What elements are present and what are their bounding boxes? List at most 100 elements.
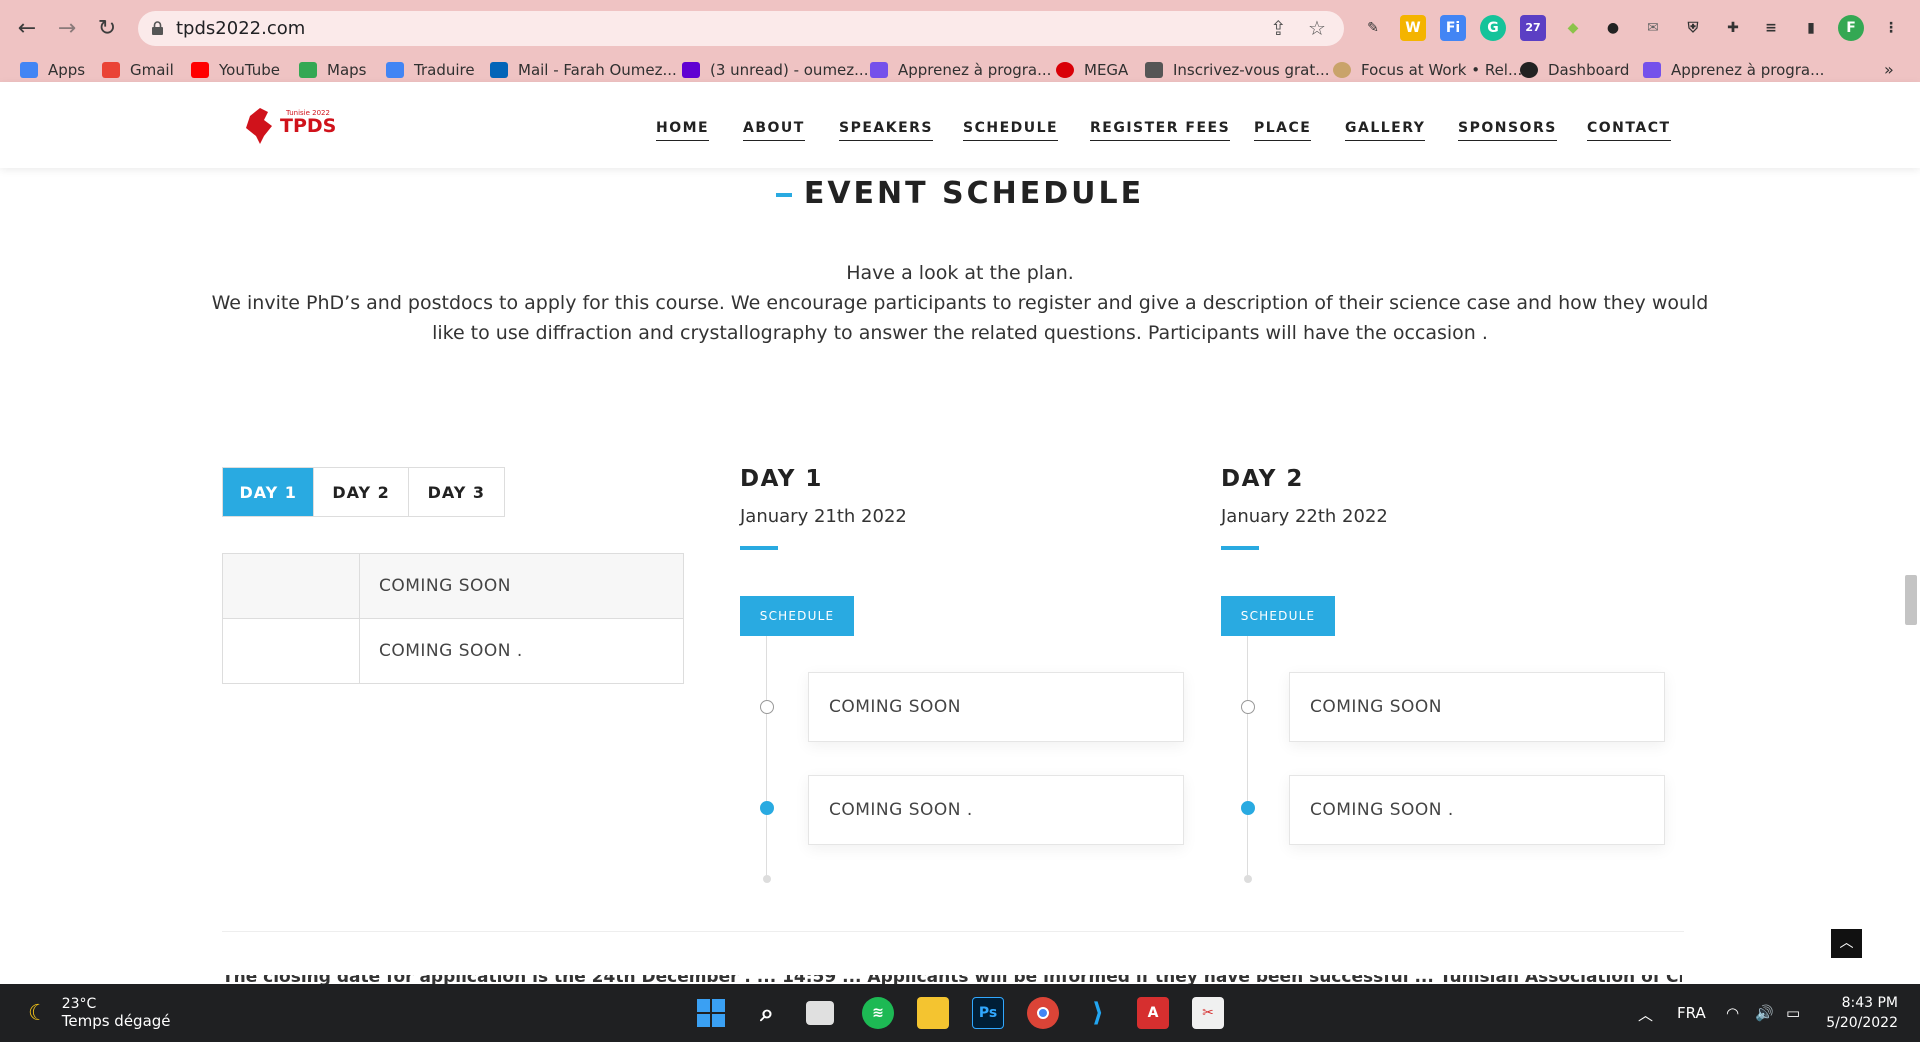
day-title: DAY 1 <box>740 466 823 492</box>
volume-icon[interactable]: 🔊 <box>1755 1004 1774 1022</box>
extension-badge: 27 <box>1525 21 1541 34</box>
nav-about[interactable]: ABOUT <box>743 120 805 141</box>
bookmarks-overflow-icon[interactable]: » <box>1884 57 1894 82</box>
shield-extension-icon[interactable]: ⛨ <box>1680 15 1706 41</box>
site-header: Tunisie 2022 TPDS HOME ABOUT SPEAKERS SC… <box>0 82 1920 168</box>
system-clock[interactable]: 8:43 PM 5/20/2022 <box>1818 993 1898 1033</box>
maps-icon <box>299 61 317 78</box>
schedule-card: COMING SOON . <box>1289 775 1665 845</box>
nav-schedule[interactable]: SCHEDULE <box>963 120 1059 141</box>
wifi-icon[interactable]: ◠ <box>1726 1004 1739 1022</box>
schedule-button[interactable]: SCHEDULE <box>1221 596 1335 636</box>
schedule-card: COMING SOON <box>808 672 1184 742</box>
photoshop-icon[interactable]: Ps <box>972 997 1004 1029</box>
windows-start-icon[interactable] <box>695 997 727 1029</box>
profile-avatar[interactable]: F <box>1838 15 1864 41</box>
intro-line-2: We invite PhD’s and postdocs to apply fo… <box>211 292 1709 344</box>
url-text: tpds2022.com <box>176 18 306 39</box>
kebab-menu-icon[interactable]: ⋮ <box>1878 15 1904 41</box>
cisco-icon <box>1145 61 1163 78</box>
tray-overflow-icon[interactable]: ︿ <box>1638 1004 1653 1025</box>
panda-extension-icon[interactable]: ● <box>1600 15 1626 41</box>
bookmark-dashboard[interactable]: Dashboard <box>1520 57 1629 82</box>
gmail-icon <box>102 61 120 78</box>
clock-date: 5/20/2022 <box>1826 1015 1898 1031</box>
table-row: COMING SOON . <box>223 619 683 684</box>
intro-text: Have a look at the plan. We invite PhD’s… <box>200 258 1720 348</box>
page-scrollbar-thumb[interactable] <box>1905 575 1917 625</box>
tab-day-1[interactable]: DAY 1 <box>223 468 315 516</box>
weather-condition: Temps dégagé <box>61 1012 171 1030</box>
tab-day-2[interactable]: DAY 2 <box>314 468 409 516</box>
timeline-line <box>766 636 767 882</box>
grammarly-icon[interactable]: G <box>1480 15 1506 41</box>
bookmark-focus-at-work[interactable]: Focus at Work • Rel... <box>1333 57 1522 82</box>
bookmark-star-icon[interactable]: ☆ <box>1308 16 1326 40</box>
acrobat-icon[interactable]: A <box>1137 997 1169 1029</box>
address-bar[interactable]: tpds2022.com ⇪ ☆ <box>138 11 1344 46</box>
weather-widget[interactable]: ☾ 23°C Temps dégagé <box>28 996 171 1030</box>
chrome-icon[interactable] <box>1027 997 1059 1029</box>
logo-text: TPDS <box>280 115 337 137</box>
bookmark-outlook[interactable]: Mail - Farah Oumez... <box>490 57 677 82</box>
tab-day-3[interactable]: DAY 3 <box>409 468 504 516</box>
section-divider <box>222 931 1684 932</box>
nav-gallery[interactable]: GALLERY <box>1345 120 1426 141</box>
task-view-icon[interactable] <box>806 1001 834 1025</box>
table-row: COMING SOON <box>223 554 683 619</box>
spotify-icon[interactable]: ≋ <box>862 997 894 1029</box>
file-explorer-icon[interactable] <box>917 997 949 1029</box>
bookmark-mega[interactable]: MEGA <box>1056 57 1128 82</box>
title-accent-dash <box>775 192 792 197</box>
nav-contact[interactable]: CONTACT <box>1587 120 1671 141</box>
vscode-icon[interactable]: ⟩ <box>1082 997 1114 1029</box>
leaf-extension-icon[interactable]: ◆ <box>1560 15 1586 41</box>
table-time-cell <box>223 554 360 618</box>
bookmark-gmail[interactable]: Gmail <box>102 57 174 82</box>
bookmark-openclassrooms-2[interactable]: Apprenez à progra... <box>1643 57 1824 82</box>
bookmark-cisco[interactable]: Inscrivez-vous grat... <box>1145 57 1330 82</box>
share-icon[interactable]: ⇪ <box>1270 16 1287 40</box>
bookmark-apps[interactable]: Apps <box>20 57 85 82</box>
graduation-cap-extension-icon[interactable]: 27 <box>1520 15 1546 41</box>
timeline-dot-active <box>1241 801 1255 815</box>
mail-extension-icon[interactable]: ✉ <box>1640 15 1666 41</box>
nav-register-fees[interactable]: REGISTER FEES <box>1090 120 1231 141</box>
nav-home[interactable]: HOME <box>656 120 710 141</box>
back-arrow-icon[interactable]: ← <box>12 14 42 44</box>
nav-place[interactable]: PLACE <box>1254 120 1312 141</box>
nav-speakers[interactable]: SPEAKERS <box>839 120 934 141</box>
weather-temperature: 23°C <box>61 996 97 1012</box>
bookmark-openclassrooms-1[interactable]: Apprenez à progra... <box>870 57 1051 82</box>
language-indicator[interactable]: FRA <box>1677 1004 1706 1022</box>
w-extension-icon[interactable]: W <box>1400 15 1426 41</box>
snipping-tool-icon[interactable]: ✂ <box>1192 997 1224 1029</box>
openclassrooms-icon <box>1643 61 1661 78</box>
schedule-table: COMING SOON COMING SOON . <box>222 553 684 684</box>
reload-icon[interactable]: ↻ <box>92 14 122 44</box>
side-panel-icon[interactable]: ▮ <box>1798 15 1824 41</box>
day-1-column: DAY 1 January 21th 2022 SCHEDULE COMING … <box>740 466 1200 886</box>
schedule-card: COMING SOON . <box>808 775 1184 845</box>
tpds-logo[interactable]: Tunisie 2022 TPDS <box>242 104 337 152</box>
bookmark-yahoo-mail[interactable]: (3 unread) - oumez... <box>682 57 868 82</box>
media-control-icon[interactable]: ≡ <box>1758 15 1784 41</box>
schedule-button[interactable]: SCHEDULE <box>740 596 854 636</box>
browser-toolbar: ← → ↻ tpds2022.com ⇪ ☆ ✎ W Fi G 27 ◆ ● ✉… <box>0 0 1920 57</box>
bookmark-maps[interactable]: Maps <box>299 57 366 82</box>
search-icon[interactable]: ⌕ <box>751 997 783 1029</box>
translate-icon <box>386 61 404 78</box>
fi-extension-icon[interactable]: Fi <box>1440 15 1466 41</box>
openclassrooms-icon <box>870 61 888 78</box>
scroll-to-top-button[interactable]: ︿ <box>1831 929 1862 958</box>
bookmark-traduire[interactable]: Traduire <box>386 57 475 82</box>
forward-arrow-icon[interactable]: → <box>52 14 82 44</box>
puzzle-extensions-icon[interactable]: ✚ <box>1720 15 1746 41</box>
timeline-dot <box>760 700 774 714</box>
apps-grid-icon <box>20 61 38 78</box>
nav-sponsors[interactable]: SPONSORS <box>1458 120 1557 141</box>
bookmark-youtube[interactable]: YouTube <box>191 57 280 82</box>
pen-extension-icon[interactable]: ✎ <box>1360 15 1386 41</box>
moon-icon: ☾ <box>28 1000 48 1026</box>
battery-icon[interactable]: ▭ <box>1786 1004 1800 1022</box>
